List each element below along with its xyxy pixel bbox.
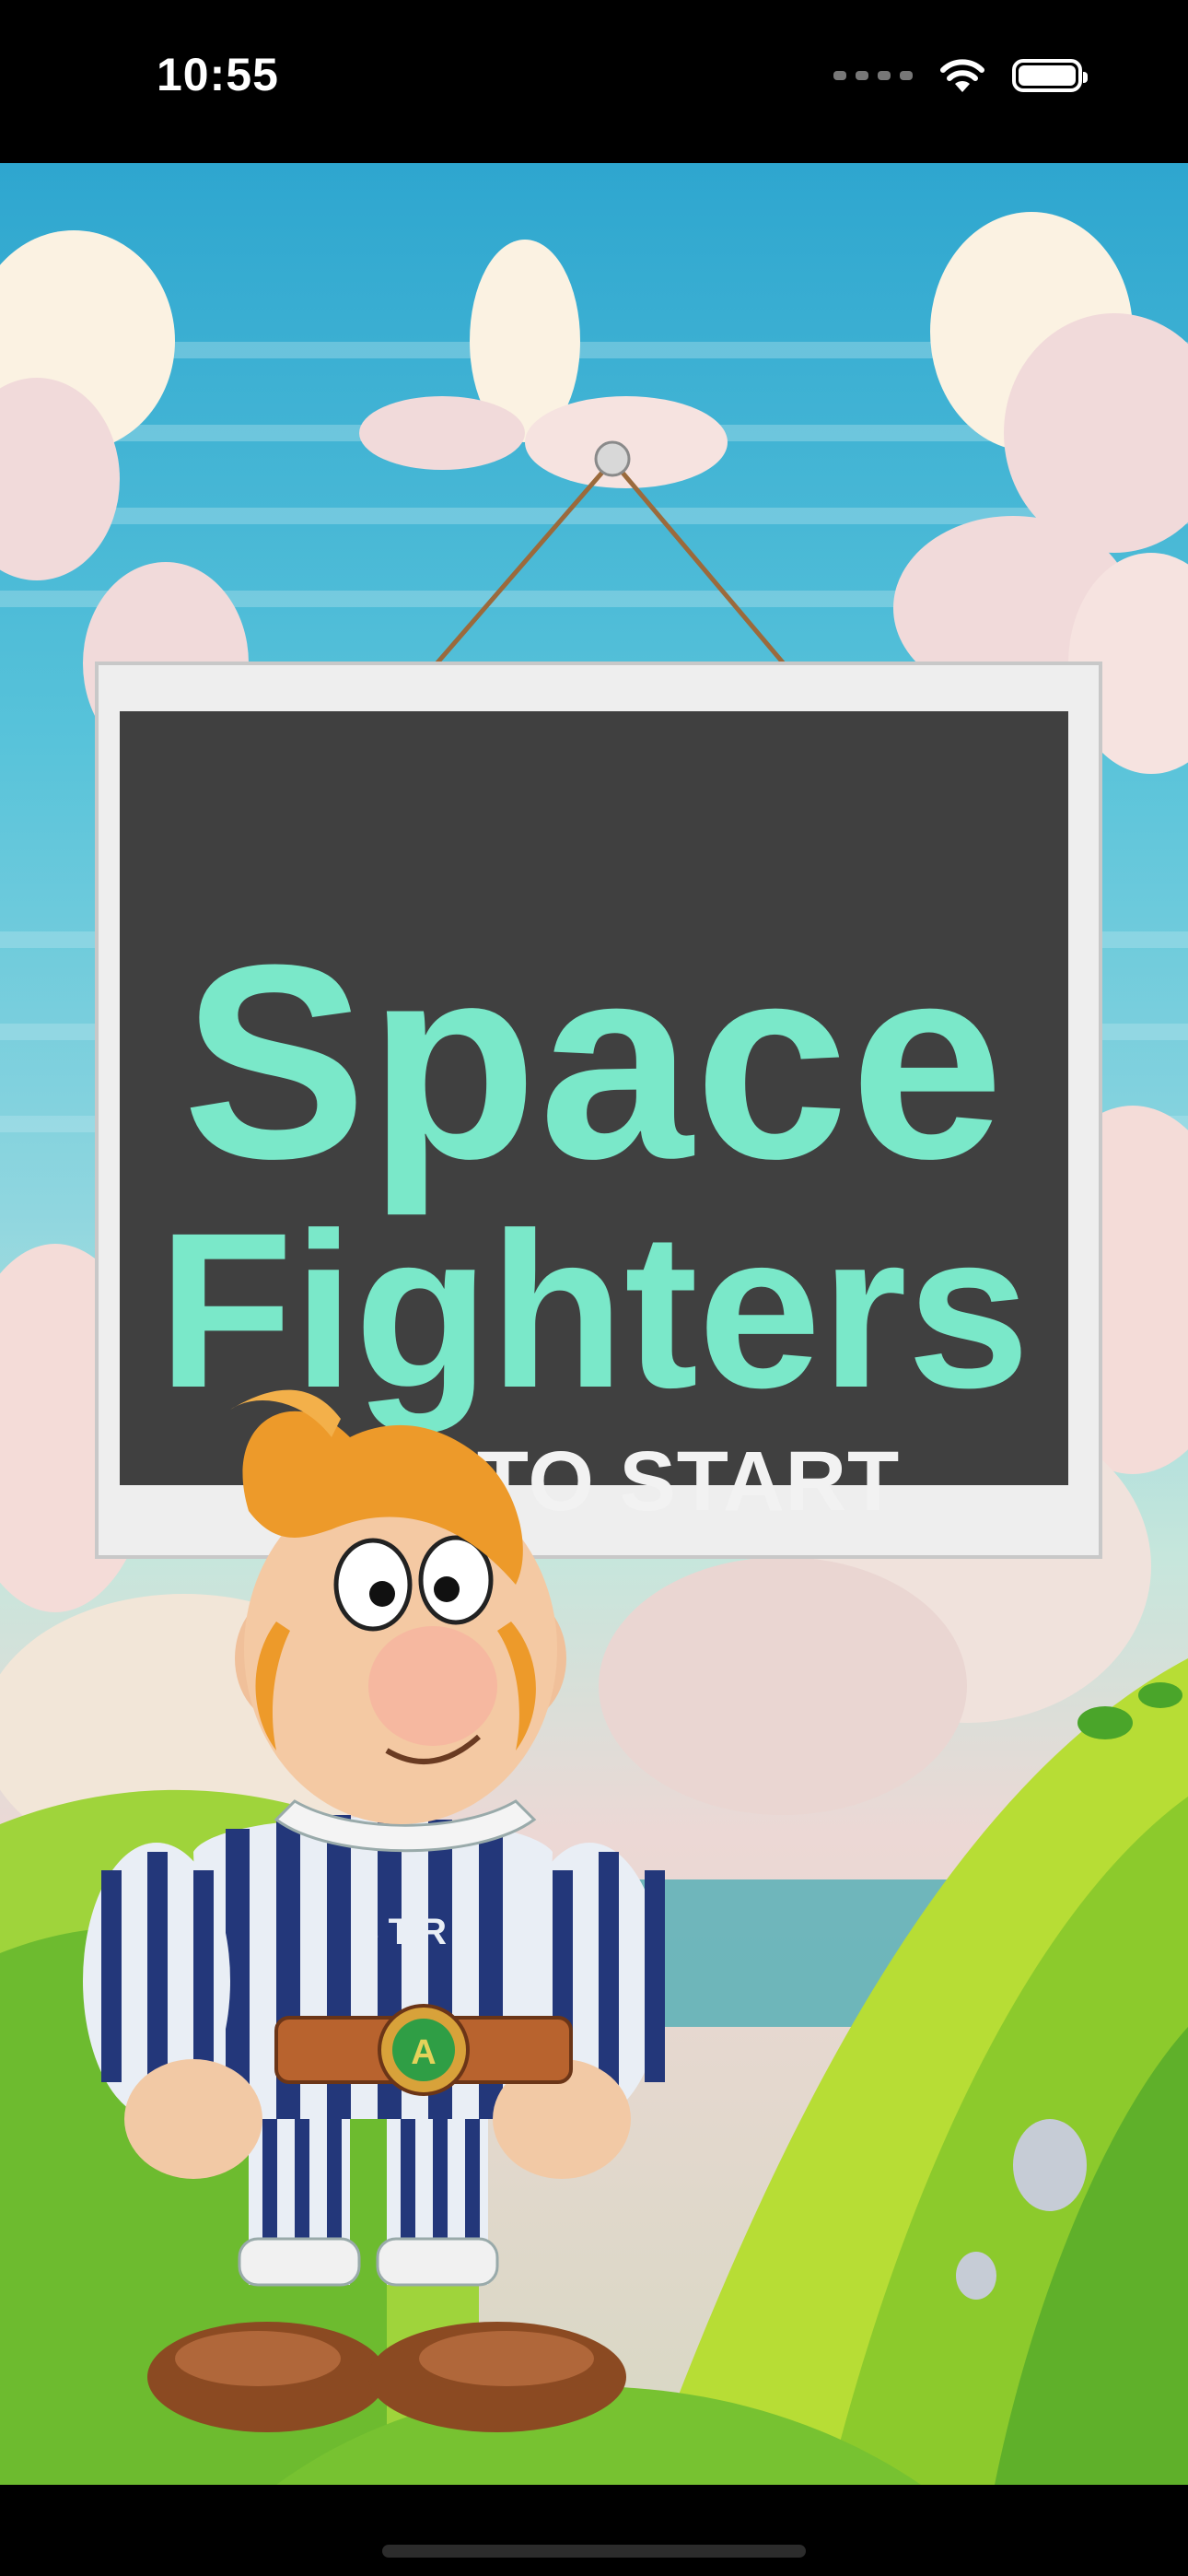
home-indicator[interactable] [382, 2545, 806, 2558]
status-time: 10:55 [157, 49, 279, 100]
shirt-text: STR [355, 1912, 456, 1952]
status-icons [833, 57, 1088, 94]
wifi-icon [940, 59, 984, 92]
status-bar: 10:55 [0, 0, 1188, 163]
bottom-bar [0, 2485, 1188, 2576]
belt-badge-letter: A [411, 2033, 436, 2072]
character-mascot: A STR [83, 1389, 665, 2432]
game-scene[interactable]: Space Fighters TAP TO START A STR [0, 163, 1188, 2485]
signal-dots-icon [833, 71, 913, 80]
battery-icon [1012, 59, 1088, 92]
